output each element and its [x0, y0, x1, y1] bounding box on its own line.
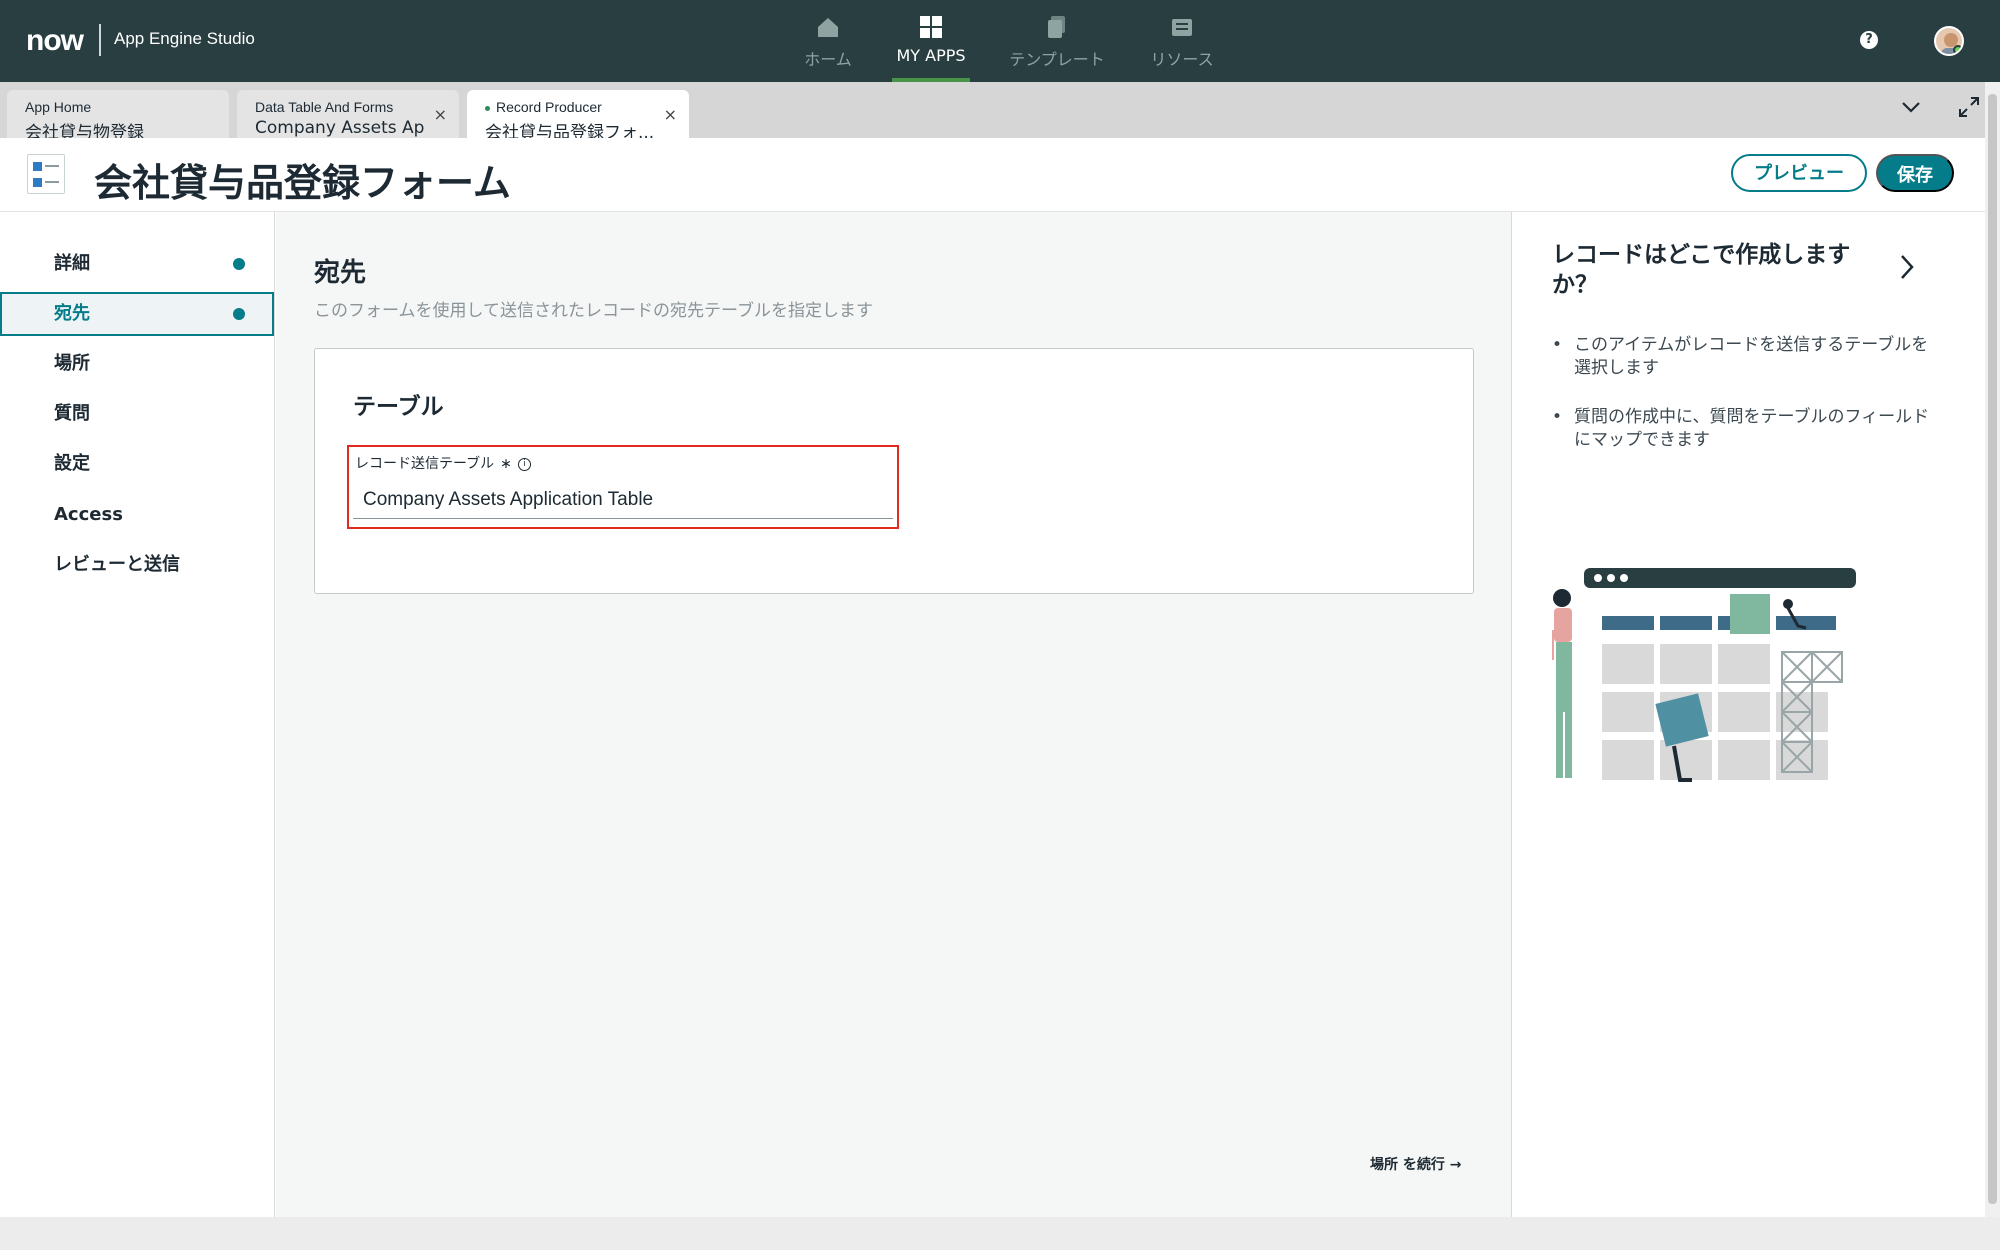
- tab-app-home-type: App Home: [25, 99, 92, 115]
- table-card: テーブル レコード送信テーブル ∗ i: [314, 348, 1474, 594]
- section-subtitle: このフォームを使用して送信されたレコードの宛先テーブルを指定します: [314, 301, 873, 321]
- help-panel: レコードはどこで作成しますか？ このアイテムがレコードを送信するテーブルを選択し…: [1513, 212, 1985, 1217]
- page-title: 会社貸与品登録フォーム: [94, 161, 511, 205]
- save-button[interactable]: 保存: [1876, 154, 1954, 192]
- step-review-submit[interactable]: レビューと送信: [0, 543, 274, 587]
- required-marker: ∗: [500, 456, 512, 472]
- grid-icon: [920, 16, 942, 38]
- presence-indicator: [1953, 45, 1962, 54]
- step-label: 詳細: [54, 253, 90, 274]
- nav-home[interactable]: ホーム: [773, 14, 883, 82]
- nav-my-apps[interactable]: MY APPS: [876, 14, 986, 82]
- vertical-scrollbar[interactable]: [1985, 82, 2000, 1217]
- step-complete-dot: [233, 258, 245, 270]
- page-header: 会社貸与品登録フォーム プレビュー 保存: [0, 138, 1985, 212]
- tab-app-home[interactable]: App Home 会社貸与物登録: [7, 90, 229, 143]
- scrollbar-thumb[interactable]: [1988, 94, 1997, 1204]
- close-tab-icon[interactable]: ×: [664, 105, 677, 124]
- templates-icon: [1048, 16, 1065, 38]
- step-label: Access: [54, 504, 123, 525]
- section-title: 宛先: [314, 258, 367, 288]
- step-label: レビューと送信: [54, 554, 180, 575]
- close-tab-icon[interactable]: ×: [434, 105, 447, 124]
- field-label-text: レコード送信テーブル: [355, 456, 495, 472]
- tab-record-producer-type: Record Producer: [496, 99, 602, 115]
- help-bullet: 質問の作成中に、質問をテーブルのフィールドにマップできます: [1552, 406, 1932, 452]
- nav-templates[interactable]: テンプレート: [1002, 14, 1112, 82]
- step-label: 設定: [54, 453, 90, 474]
- step-label: 質問: [54, 403, 90, 424]
- nav-my-apps-label: MY APPS: [896, 46, 966, 65]
- step-questions[interactable]: 質問: [0, 392, 274, 436]
- expand-icon[interactable]: [1958, 96, 1980, 118]
- record-table-field: レコード送信テーブル ∗ i: [347, 445, 899, 529]
- step-label: 場所: [54, 353, 90, 374]
- step-details[interactable]: 詳細: [0, 242, 274, 286]
- window-bottom-edge: [0, 1217, 2000, 1250]
- chevron-down-icon[interactable]: [1900, 96, 1922, 118]
- home-icon: [818, 18, 838, 37]
- tab-data-table-and-forms[interactable]: Data Table And Forms Company Assets Ap..…: [237, 90, 459, 138]
- resources-icon: [1172, 19, 1192, 36]
- nav-templates-label: テンプレート: [1009, 50, 1105, 69]
- table-illustration: [1552, 568, 1856, 790]
- form-icon: [27, 154, 65, 194]
- chevron-right-icon[interactable]: [1897, 252, 1917, 282]
- step-label: 宛先: [54, 303, 90, 324]
- help-panel-title: レコードはどこで作成しますか？: [1552, 242, 1851, 298]
- step-access[interactable]: Access: [0, 493, 274, 537]
- step-navigation: 詳細 宛先 場所 質問 設定 Access レビューと送信: [0, 212, 275, 1217]
- help-bullet: このアイテムがレコードを送信するテーブルを選択します: [1552, 334, 1932, 380]
- step-destination[interactable]: 宛先: [0, 292, 274, 336]
- info-icon[interactable]: i: [517, 457, 531, 471]
- card-title: テーブル: [353, 394, 444, 420]
- tab-data-table-type: Data Table And Forms: [255, 99, 394, 115]
- top-navigation-bar: now App Engine Studio ホーム MY APPS テンプレート…: [0, 0, 2000, 82]
- step-settings[interactable]: 設定: [0, 442, 274, 486]
- servicenow-logo[interactable]: now: [26, 24, 84, 58]
- tab-record-producer[interactable]: Record Producer 会社貸与品登録フォ... ×: [467, 90, 689, 143]
- logo-divider: [99, 24, 101, 56]
- step-complete-dot: [233, 308, 245, 320]
- field-label: レコード送信テーブル ∗ i: [355, 453, 531, 473]
- active-tab-indicator: [485, 105, 490, 111]
- nav-resources[interactable]: リソース: [1127, 14, 1237, 82]
- tab-strip: App Home 会社貸与物登録 Data Table And Forms Co…: [0, 82, 1985, 143]
- continue-to-location-link[interactable]: 場所 を続行 →: [1370, 1154, 1461, 1174]
- record-table-input[interactable]: [353, 481, 893, 519]
- user-avatar[interactable]: [1934, 26, 1964, 56]
- step-location[interactable]: 場所: [0, 342, 274, 386]
- main-content: 宛先 このフォームを使用して送信されたレコードの宛先テーブルを指定します テーブ…: [276, 212, 1512, 1217]
- nav-resources-label: リソース: [1150, 50, 1214, 69]
- preview-button[interactable]: プレビュー: [1731, 154, 1867, 192]
- tab-data-table-title: Company Assets Ap...: [255, 118, 425, 138]
- app-name: App Engine Studio: [114, 29, 255, 48]
- nav-home-label: ホーム: [804, 50, 852, 69]
- help-icon[interactable]: ?: [1860, 31, 1878, 49]
